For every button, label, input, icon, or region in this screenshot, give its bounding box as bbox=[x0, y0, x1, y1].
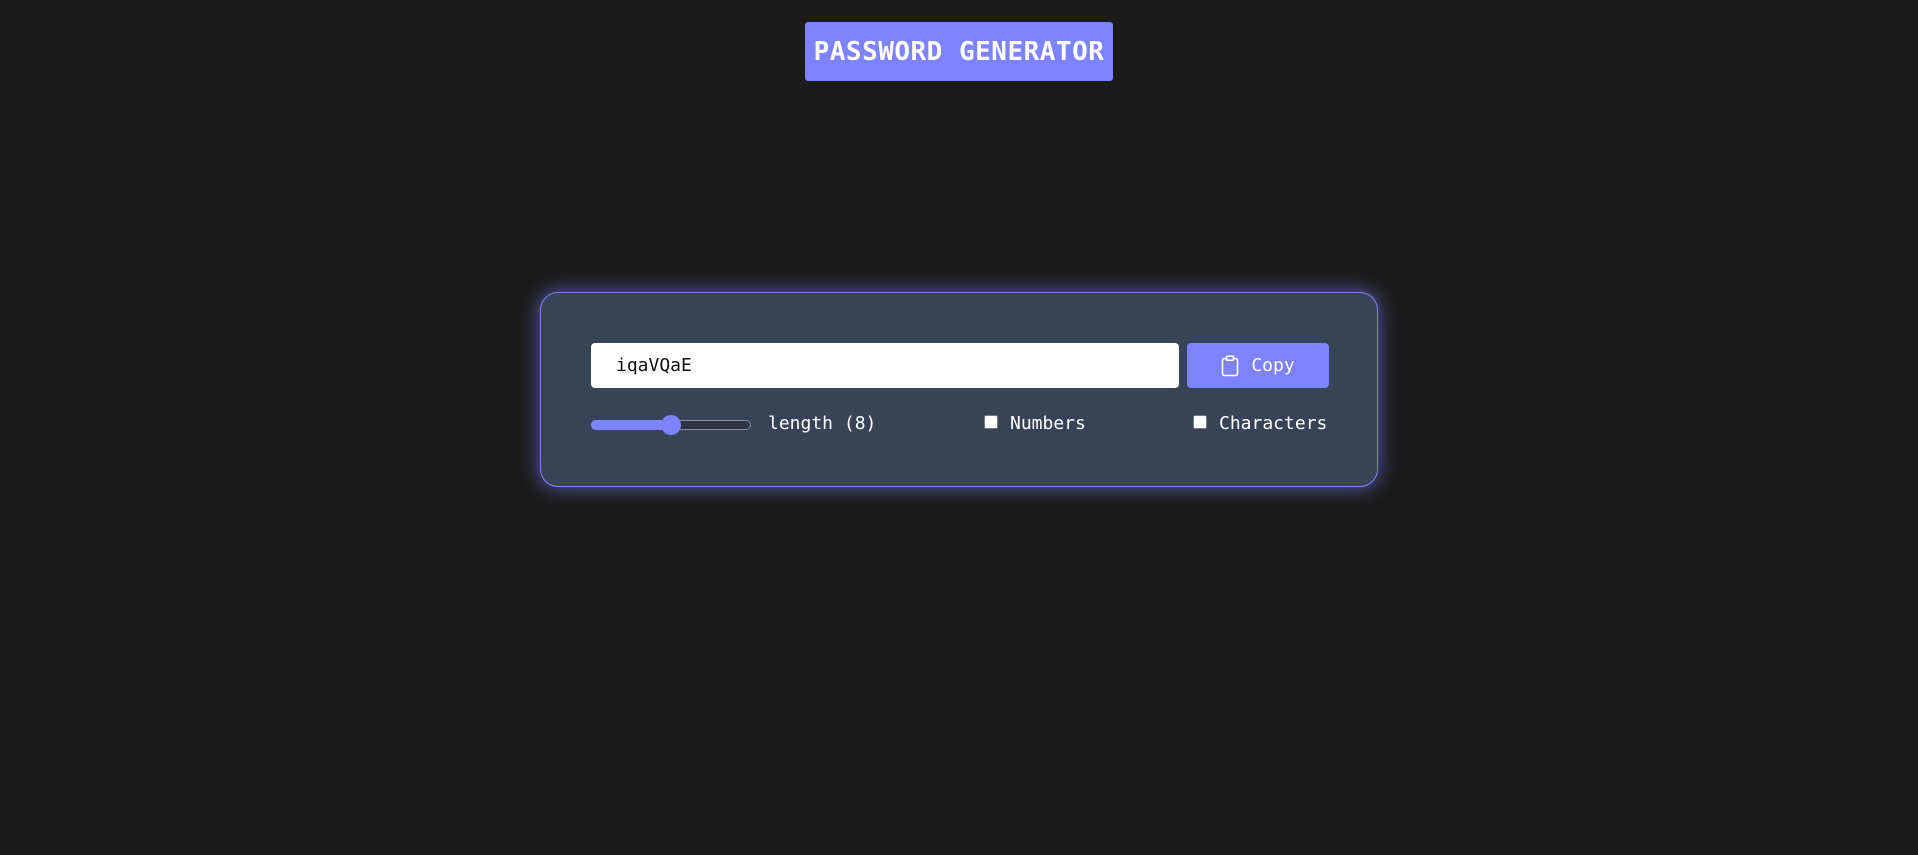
generator-card: Copy length (8) Numbers Characters bbox=[540, 292, 1378, 487]
numbers-option[interactable]: Numbers bbox=[984, 412, 1086, 436]
copy-button[interactable]: Copy bbox=[1187, 343, 1329, 388]
length-label: length (8) bbox=[768, 413, 877, 434]
characters-label: Characters bbox=[1219, 413, 1328, 434]
clipboard-icon bbox=[1221, 354, 1239, 377]
page-title: PASSWORD GENERATOR bbox=[804, 22, 1114, 81]
copy-button-label: Copy bbox=[1251, 355, 1295, 376]
slider-thumb[interactable] bbox=[661, 415, 681, 435]
password-output-field[interactable] bbox=[591, 343, 1179, 388]
numbers-label: Numbers bbox=[1010, 413, 1086, 434]
header: PASSWORD GENERATOR bbox=[0, 22, 1918, 81]
characters-checkbox[interactable] bbox=[1193, 415, 1207, 429]
slider-fill bbox=[591, 420, 671, 430]
length-slider[interactable] bbox=[591, 414, 751, 436]
numbers-checkbox[interactable] bbox=[984, 415, 998, 429]
characters-option[interactable]: Characters bbox=[1193, 412, 1327, 436]
